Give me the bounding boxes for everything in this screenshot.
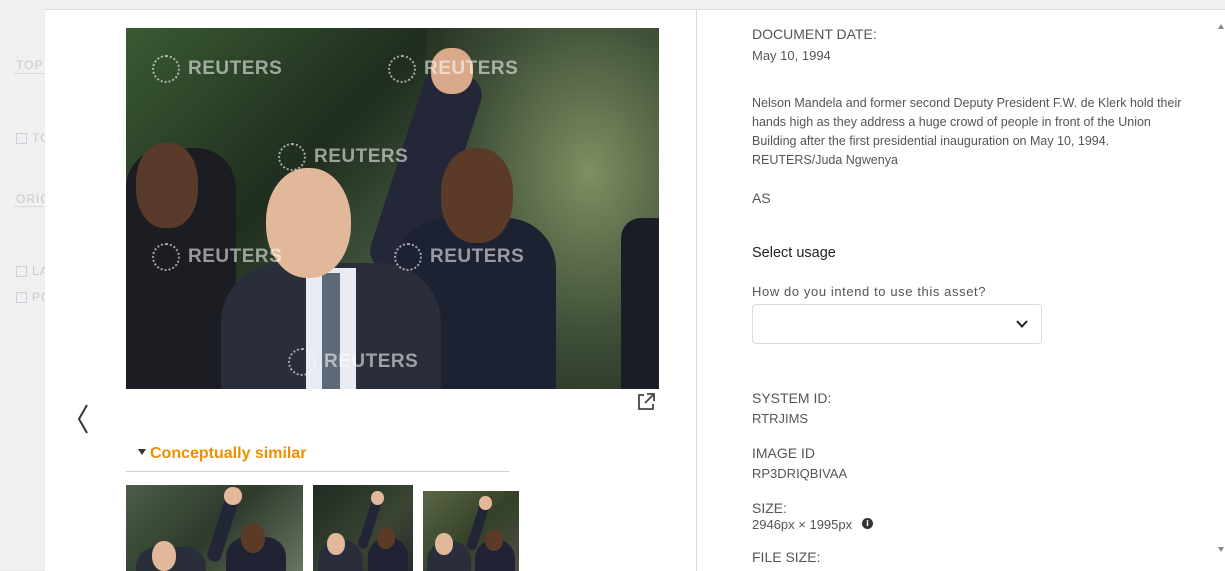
- similar-thumbnail[interactable]: [313, 485, 413, 571]
- column-divider: [696, 10, 697, 571]
- chevron-down-icon: [1016, 320, 1028, 328]
- reuters-watermark: REUTERS: [152, 243, 282, 271]
- background-divider: [14, 206, 44, 207]
- asset-detail-modal: REUTERS REUTERS REUTERS REUTERS REUTERS …: [45, 9, 1225, 571]
- photographer-initials: AS: [752, 190, 771, 206]
- image-id-value: RP3DRIQBIVAA: [752, 466, 848, 481]
- document-date-label: DOCUMENT DATE:: [752, 26, 877, 42]
- caret-down-icon: [138, 449, 146, 455]
- background-divider: [14, 73, 44, 74]
- similar-thumbnail[interactable]: [423, 491, 519, 571]
- photo-figure: [136, 143, 198, 228]
- background-checkbox: [16, 266, 27, 277]
- usage-select[interactable]: [752, 304, 1042, 344]
- scrollbar[interactable]: [1218, 24, 1225, 554]
- scroll-down-icon[interactable]: [1218, 547, 1224, 552]
- main-photo[interactable]: REUTERS REUTERS REUTERS REUTERS REUTERS …: [126, 28, 659, 389]
- reuters-logo-icon: [278, 143, 306, 171]
- asset-caption: Nelson Mandela and former second Deputy …: [752, 96, 1182, 167]
- previous-asset-button[interactable]: [73, 402, 97, 436]
- select-usage-heading: Select usage: [752, 245, 836, 261]
- reuters-watermark: REUTERS: [278, 143, 408, 171]
- background-checkbox: [16, 292, 27, 303]
- reuters-watermark: REUTERS: [152, 55, 282, 83]
- info-icon[interactable]: i: [862, 518, 873, 529]
- similar-thumbnail[interactable]: [126, 485, 303, 571]
- size-label: SIZE:: [752, 500, 788, 516]
- document-date-value: May 10, 1994: [752, 48, 831, 63]
- conceptually-similar-toggle[interactable]: Conceptually similar: [126, 444, 509, 472]
- system-id-label: SYSTEM ID:: [752, 390, 832, 406]
- external-link-icon[interactable]: [636, 392, 656, 412]
- reuters-logo-icon: [152, 243, 180, 271]
- image-id-label: IMAGE ID: [752, 445, 816, 461]
- background-checkbox: [16, 133, 27, 144]
- photo-figure: [621, 218, 659, 389]
- reuters-logo-icon: [388, 55, 416, 83]
- scroll-up-icon[interactable]: [1218, 24, 1224, 29]
- reuters-logo-icon: [394, 243, 422, 271]
- conceptually-similar-title: Conceptually similar: [150, 445, 307, 462]
- reuters-watermark: REUTERS: [388, 55, 518, 83]
- background-label: TOP: [16, 58, 44, 72]
- photo-figure: [441, 148, 513, 243]
- reuters-logo-icon: [288, 348, 316, 376]
- system-id-value: RTRJIMS: [752, 411, 809, 426]
- size-value: 2946px × 1995px: [752, 517, 853, 532]
- reuters-logo-icon: [152, 55, 180, 83]
- usage-question-label: How do you intend to use this asset?: [752, 284, 987, 299]
- reuters-watermark: REUTERS: [288, 348, 418, 376]
- file-size-label: FILE SIZE:: [752, 549, 821, 565]
- reuters-watermark: REUTERS: [394, 243, 524, 271]
- chevron-left-icon: [77, 404, 88, 434]
